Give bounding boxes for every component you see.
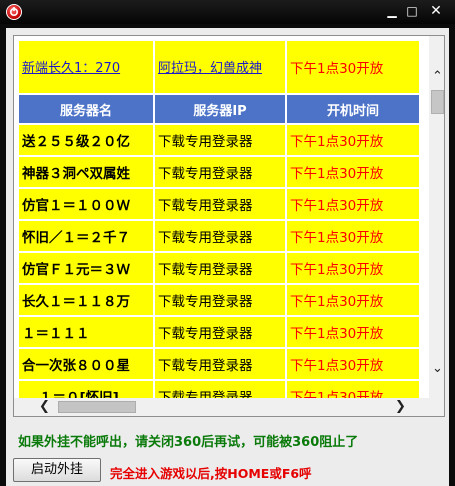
horizontal-scroll-thumb[interactable] [58, 401, 136, 413]
app-logo-icon[interactable] [6, 4, 22, 20]
server-ip-cell: 下载专用登录器 [155, 125, 285, 155]
server-ip-cell: 下载专用登录器 [155, 221, 285, 251]
featured-time-cell: 下午1点30开放 [287, 41, 419, 93]
server-name-cell: １＝１１１ [19, 317, 153, 347]
server-name-cell: 怀旧／１＝２千７ [19, 221, 153, 251]
server-time-cell: 下午1点30开放 [287, 349, 419, 379]
server-time-cell: 下午1点30开放 [287, 189, 419, 219]
server-list[interactable]: 新端长久1：270 阿拉玛，幻兽成神 下午1点30开放 服务器名 服务器IP 开… [13, 35, 445, 417]
column-header-name[interactable]: 服务器名 [19, 95, 153, 123]
table-row[interactable]: 怀旧／１＝２千７ 下载专用登录器 下午1点30开放 [19, 221, 419, 251]
table-row[interactable]: 仿官Ｆ１元＝３Ｗ 下载专用登录器 下午1点30开放 [19, 253, 419, 283]
server-time-cell: 下午1点30开放 [287, 253, 419, 283]
server-ip-cell: 下载专用登录器 [155, 317, 285, 347]
server-name-cell: 送２５５级２０亿 [19, 125, 153, 155]
scroll-down-icon[interactable]: ⌄ [429, 360, 444, 377]
title-bar: ▁ □ ✕ [0, 0, 455, 24]
table-row[interactable]: 长久１＝１１８万 下载专用登录器 下午1点30开放 [19, 285, 419, 315]
server-ip-cell: 下载专用登录器 [155, 253, 285, 283]
server-time-cell: 下午1点30开放 [287, 285, 419, 315]
table-row[interactable]: 合一次张８００星 下载专用登录器 下午1点30开放 [19, 349, 419, 379]
horizontal-scrollbar[interactable]: ❮ ❯ [14, 398, 444, 416]
server-time-cell: 下午1点30开放 [287, 125, 419, 155]
server-ip-cell: 下载专用登录器 [155, 189, 285, 219]
vertical-scrollbar[interactable]: ⌃ ⌄ [429, 36, 444, 398]
column-header-ip[interactable]: 服务器IP [155, 95, 285, 123]
server-time-cell: 下午1点30开放 [287, 317, 419, 347]
table-row[interactable]: 送２５５级２０亿 下载专用登录器 下午1点30开放 [19, 125, 419, 155]
close-button[interactable]: ✕ [428, 4, 444, 19]
server-name-cell: 长久１＝１１８万 [19, 285, 153, 315]
vertical-scroll-thumb[interactable] [431, 90, 444, 114]
featured-ip-cell: 阿拉玛，幻兽成神 [155, 41, 285, 93]
server-name-cell: 仿官１＝１００Ｗ [19, 189, 153, 219]
column-header-time[interactable]: 开机时间 [287, 95, 419, 123]
featured-name-cell: 新端长久1：270 [19, 41, 153, 93]
server-ip-cell: 下载专用登录器 [155, 157, 285, 187]
minimize-button[interactable]: ▁ [384, 4, 400, 19]
table-row[interactable]: 神器３洞ペ双属姓 下载专用登录器 下午1点30开放 [19, 157, 419, 187]
table-row[interactable]: １＝１１１ 下载专用登录器 下午1点30开放 [19, 317, 419, 347]
server-ip-cell: 下载专用登录器 [155, 349, 285, 379]
table-header: 服务器名 服务器IP 开机时间 [19, 95, 419, 123]
server-name-cell: 合一次张８００星 [19, 349, 153, 379]
featured-ip-link[interactable]: 阿拉玛，幻兽成神 [158, 61, 262, 76]
server-name-cell: 神器３洞ペ双属姓 [19, 157, 153, 187]
scroll-up-icon[interactable]: ⌃ [429, 68, 444, 85]
featured-row[interactable]: 新端长久1：270 阿拉玛，幻兽成神 下午1点30开放 [19, 41, 419, 93]
start-plugin-button[interactable]: 启动外挂 [13, 458, 101, 482]
server-time-cell: 下午1点30开放 [287, 221, 419, 251]
maximize-button[interactable]: □ [404, 4, 420, 19]
server-name-cell: 仿官Ｆ１元＝３Ｗ [19, 253, 153, 283]
scroll-left-icon[interactable]: ❮ [36, 398, 53, 416]
notice-text: 如果外挂不能呼出，请关闭360后再试，可能被360阻止了 [18, 435, 359, 450]
server-ip-cell: 下载专用登录器 [155, 285, 285, 315]
featured-server-link[interactable]: 新端长久1：270 [22, 61, 120, 76]
scroll-right-icon[interactable]: ❯ [392, 398, 409, 416]
server-table: 新端长久1：270 阿拉玛，幻兽成神 下午1点30开放 服务器名 服务器IP 开… [17, 39, 421, 413]
hotkey-hint: 完全进入游戏以后,按HOME或F6呼 [110, 466, 312, 481]
table-row[interactable]: 仿官１＝１００Ｗ 下载专用登录器 下午1点30开放 [19, 189, 419, 219]
main-panel: 新端长久1：270 阿拉玛，幻兽成神 下午1点30开放 服务器名 服务器IP 开… [6, 28, 449, 486]
server-time-cell: 下午1点30开放 [287, 157, 419, 187]
